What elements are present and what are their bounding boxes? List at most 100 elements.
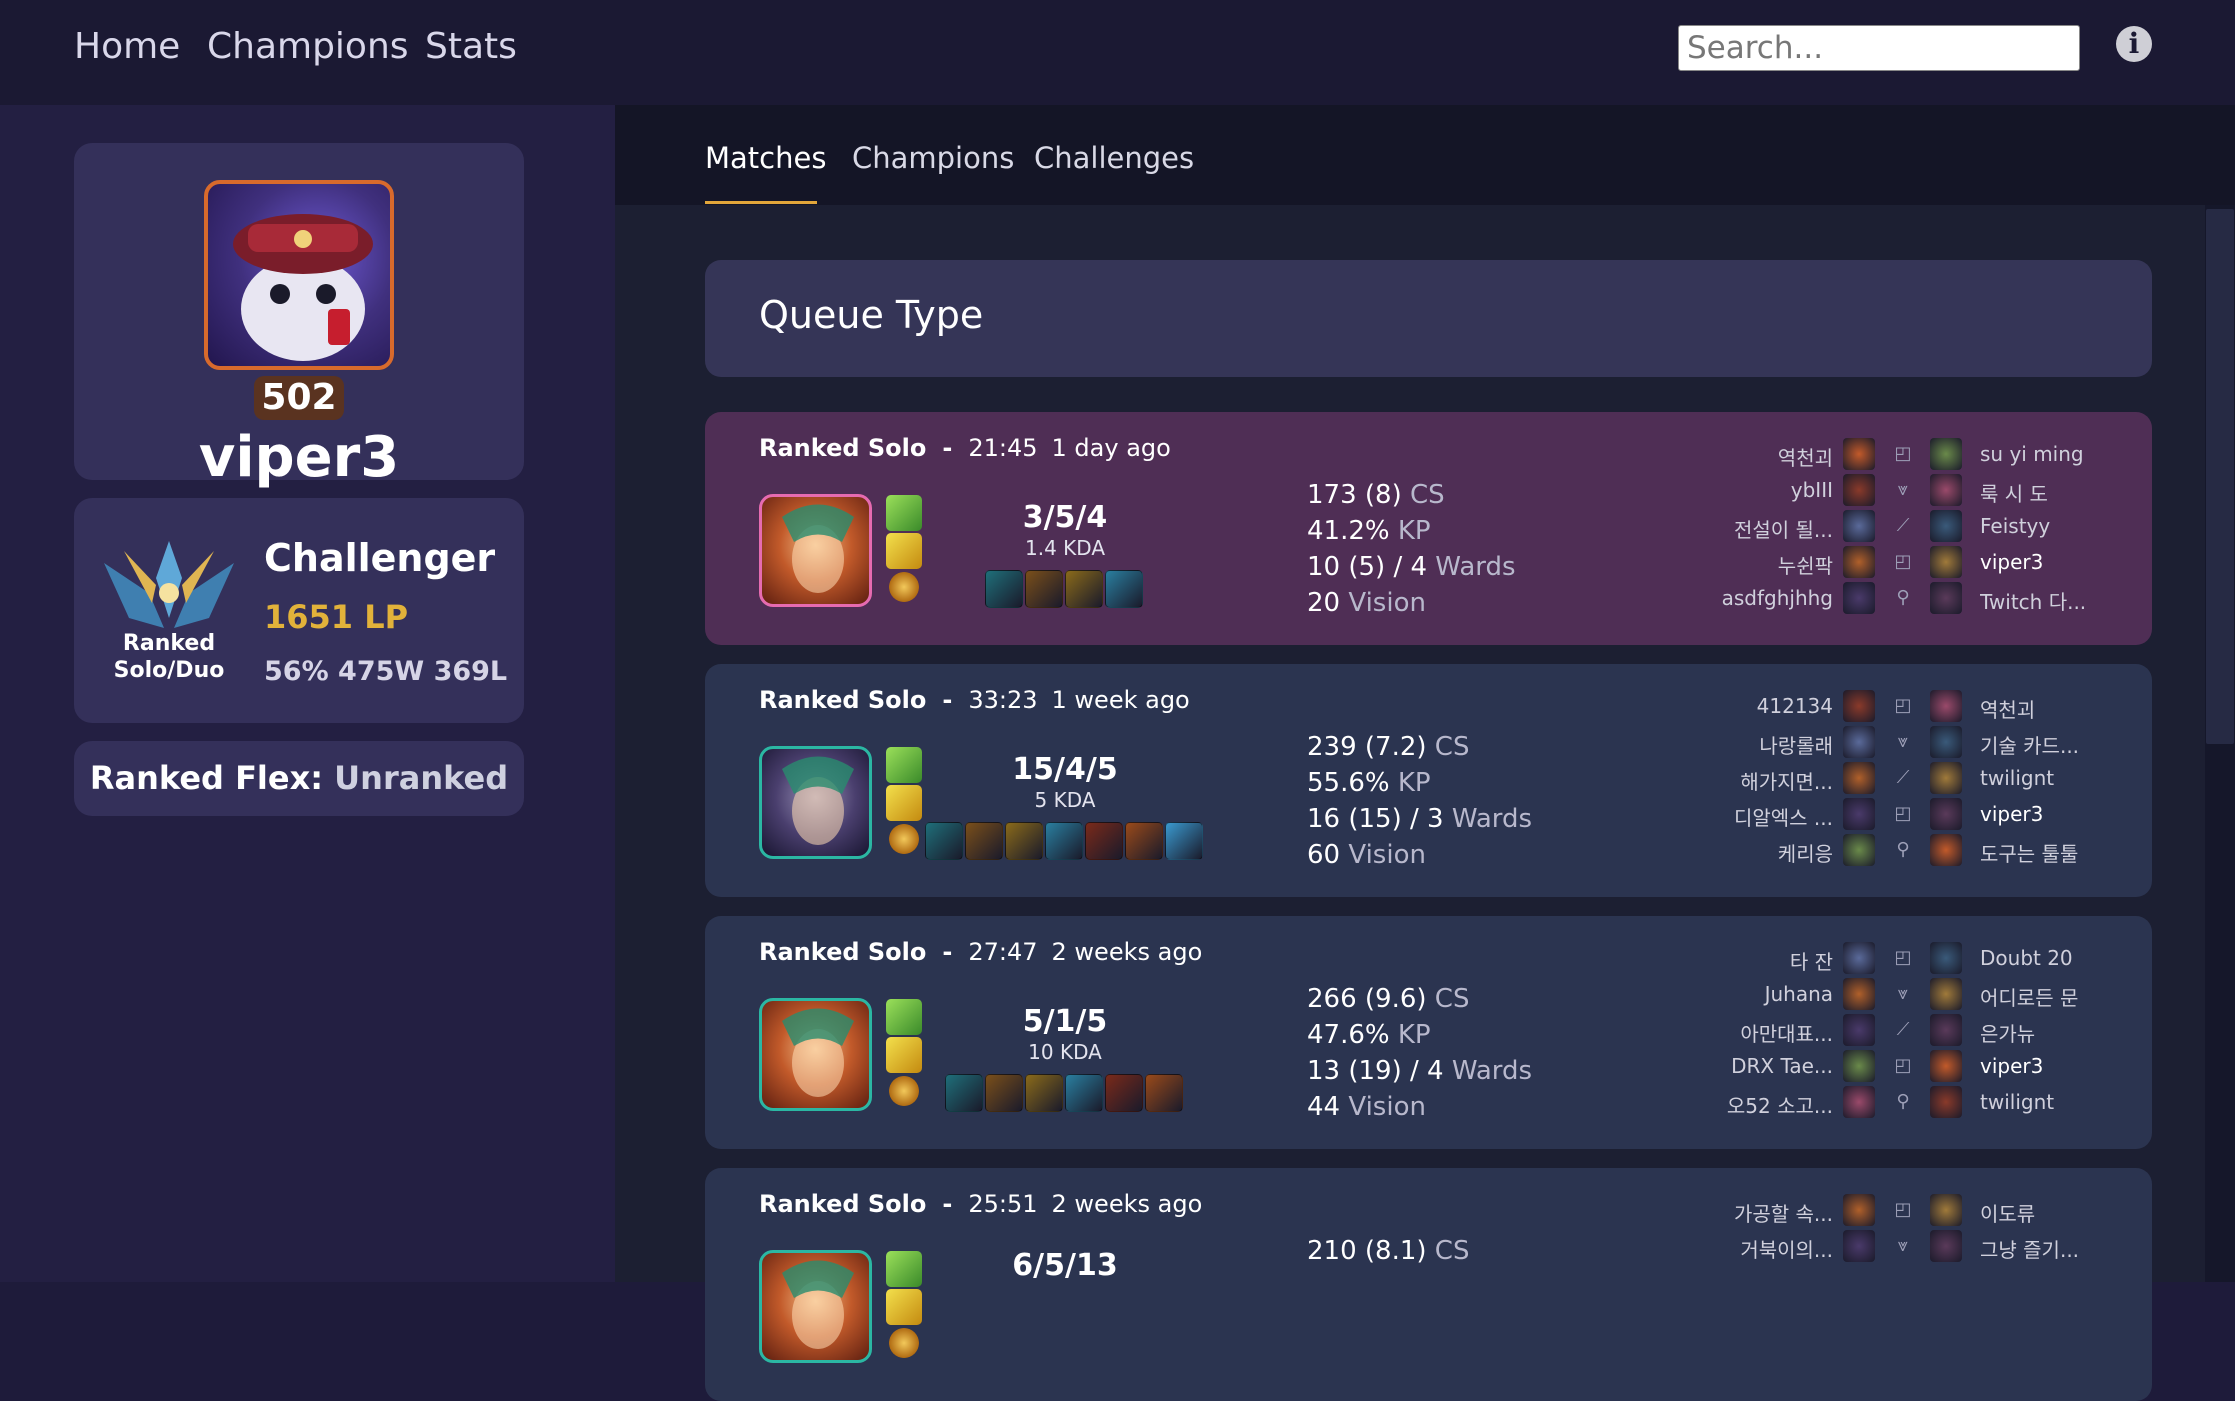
player-champion-icon <box>1843 978 1875 1010</box>
red-team-player[interactable]: 기술 카드... <box>1980 730 2150 759</box>
item-icon[interactable] <box>1145 1074 1183 1112</box>
player-champion-icon <box>1843 942 1875 974</box>
red-team-player[interactable]: su yi ming <box>1980 442 2150 466</box>
red-team-player[interactable]: 역천괴 <box>1980 694 2150 723</box>
ranked-solo-card: Ranked Solo/Duo Challenger 1651 LP 56% 4… <box>74 498 524 723</box>
item-icon[interactable] <box>945 1074 983 1112</box>
blue-team-player[interactable]: 타 잔 <box>1663 946 1833 975</box>
item-icon[interactable] <box>985 570 1023 608</box>
red-team-player[interactable]: 어디로든 문 <box>1980 982 2150 1011</box>
tab-champions[interactable]: Champions <box>852 141 1014 175</box>
red-team-player[interactable]: 룩 시 도 <box>1980 478 2150 507</box>
player-champion-icon <box>1843 1014 1875 1046</box>
blue-team-player[interactable]: 역천괴 <box>1663 442 1833 471</box>
red-team-player[interactable]: Feistyy <box>1980 514 2150 538</box>
ranked-flex-value: Unranked <box>334 759 509 797</box>
red-team-player[interactable]: 그냥 즐기... <box>1980 1234 2150 1263</box>
red-team-player[interactable]: Twitch 다... <box>1980 586 2150 615</box>
item-icon[interactable] <box>1105 1074 1143 1112</box>
blue-team-player[interactable]: 전설이 될... <box>1663 514 1833 543</box>
match-card[interactable]: Ranked Solo -27:47 2 weeks ago 5/1/5 10 KDA 2… <box>705 916 2152 1149</box>
red-team-player[interactable]: viper3 <box>1980 802 2150 826</box>
blue-team-player[interactable]: 오52 소고... <box>1663 1090 1833 1119</box>
red-team-player[interactable]: Doubt 20 <box>1980 946 2150 970</box>
item-icon[interactable] <box>1105 570 1143 608</box>
champion-portrait[interactable] <box>759 494 872 607</box>
item-icon[interactable] <box>1065 570 1103 608</box>
blue-team-player[interactable]: 해가지면... <box>1663 766 1833 795</box>
red-team-player[interactable]: 은가뉴 <box>1980 1018 2150 1047</box>
match-queue: Ranked Solo <box>759 686 927 714</box>
player-champion-icon <box>1930 690 1962 722</box>
nav-stats-link[interactable]: Stats <box>425 26 517 67</box>
red-team-player[interactable]: twilignt <box>1980 1090 2150 1114</box>
role-icon: ◰ <box>1894 551 1912 572</box>
player-champion-icon <box>1843 510 1875 542</box>
player-champion-icon <box>1843 582 1875 614</box>
champion-portrait[interactable] <box>759 1250 872 1363</box>
tab-challenges[interactable]: Challenges <box>1034 141 1194 175</box>
blue-team-player[interactable]: 누쉰팍 <box>1663 550 1833 579</box>
red-team-player[interactable]: 도구는 툴툴 <box>1980 838 2150 867</box>
blue-team-player[interactable]: asdfghjhhg <box>1663 586 1833 610</box>
blue-team-player[interactable]: Juhana <box>1663 982 1833 1006</box>
match-kda-ratio: 10 KDA <box>1028 1040 1102 1064</box>
queue-type-filter[interactable]: Queue Type <box>705 260 2152 377</box>
player-champion-icon <box>1843 762 1875 794</box>
red-team-player[interactable]: 이도류 <box>1980 1198 2150 1227</box>
champion-portrait[interactable] <box>759 998 872 1111</box>
match-card[interactable]: Ranked Solo -33:23 1 week ago 15/4/5 5 KDA 23… <box>705 664 2152 897</box>
player-champion-icon <box>1930 942 1962 974</box>
match-wards: 16 (15) / 3 Wards <box>1307 804 1533 834</box>
red-team-player[interactable]: viper3 <box>1980 1054 2150 1078</box>
blue-team-player[interactable]: 디알엑스 ... <box>1663 802 1833 831</box>
role-icon: ⟋ <box>1896 515 1910 536</box>
item-icon[interactable] <box>965 822 1003 860</box>
champion-portrait[interactable] <box>759 746 872 859</box>
search-input[interactable] <box>1678 25 2080 71</box>
player-champion-icon <box>1843 798 1875 830</box>
item-icon[interactable] <box>925 822 963 860</box>
blue-team-player[interactable]: 케리응 <box>1663 838 1833 867</box>
role-icon: ⚲ <box>1896 587 1910 608</box>
red-team-player[interactable]: viper3 <box>1980 550 2150 574</box>
item-icon[interactable] <box>1085 822 1123 860</box>
item-icon[interactable] <box>1165 822 1203 860</box>
blue-team-player[interactable]: 아만대표... <box>1663 1018 1833 1047</box>
blue-team-player[interactable]: 가공할 속... <box>1663 1198 1833 1227</box>
blue-team-player[interactable]: 거북이의... <box>1663 1234 1833 1263</box>
match-kda: 3/5/4 <box>1022 500 1108 535</box>
blue-team-player[interactable]: DRX Tae... <box>1663 1054 1833 1078</box>
player-champion-icon <box>1843 690 1875 722</box>
nav-home-link[interactable]: Home <box>74 26 180 67</box>
match-vision: 44 Vision <box>1307 1092 1426 1122</box>
summoner-spell-icon <box>886 1037 922 1073</box>
info-icon[interactable]: i <box>2116 26 2152 62</box>
item-icon[interactable] <box>1025 1074 1063 1112</box>
tab-bar: Matches Champions Challenges <box>615 105 2235 205</box>
item-icon[interactable] <box>985 1074 1023 1112</box>
rank-queue-label: Ranked Solo/Duo <box>113 631 225 683</box>
item-icon[interactable] <box>1125 822 1163 860</box>
blue-team-player[interactable]: 나랑롤래 <box>1663 730 1833 759</box>
nav-champions-link[interactable]: Champions <box>207 26 409 67</box>
item-icon[interactable] <box>1025 570 1063 608</box>
match-cs: 210 (8.1) CS <box>1307 1236 1470 1266</box>
tab-matches[interactable]: Matches <box>705 141 826 175</box>
role-icon: ◰ <box>1894 443 1912 464</box>
item-icon[interactable] <box>1045 822 1083 860</box>
blue-team-player[interactable]: 412134 <box>1663 694 1833 718</box>
match-duration: 21:45 <box>968 434 1038 462</box>
player-champion-icon <box>1930 474 1962 506</box>
scrollbar-thumb[interactable] <box>2206 209 2234 744</box>
player-champion-icon <box>1930 1086 1962 1118</box>
blue-team-player[interactable]: ybIII <box>1663 478 1833 502</box>
red-team-player[interactable]: twilignt <box>1980 766 2150 790</box>
match-queue: Ranked Solo <box>759 938 927 966</box>
player-champion-icon <box>1843 726 1875 758</box>
item-icon[interactable] <box>1065 1074 1103 1112</box>
match-cs: 239 (7.2) CS <box>1307 732 1470 762</box>
match-card[interactable]: Ranked Solo -21:45 1 day ago 3/5/4 1.4 KDA 17… <box>705 412 2152 645</box>
match-card[interactable]: Ranked Solo -25:51 2 weeks ago 6/5/13 210 (8… <box>705 1168 2152 1401</box>
item-icon[interactable] <box>1005 822 1043 860</box>
